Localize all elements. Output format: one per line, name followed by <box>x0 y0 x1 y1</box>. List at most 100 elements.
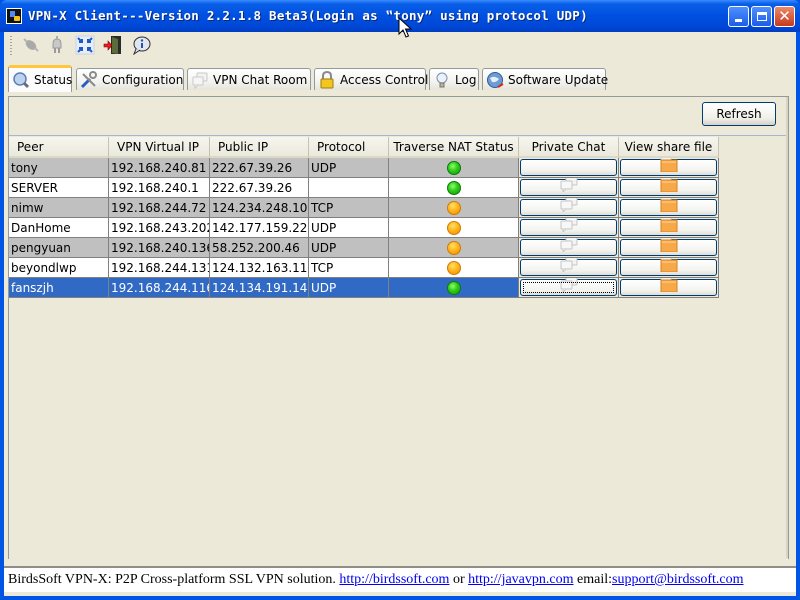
peer-cell[interactable]: SERVER <box>9 178 109 198</box>
private-chat-button[interactable] <box>520 198 617 216</box>
peer-cell[interactable]: beyondlwp <box>9 258 109 278</box>
app-logo-icon[interactable] <box>6 8 22 24</box>
window-title: VPN-X Client---Version 2.2.1.8 Beta3(Log… <box>28 8 588 23</box>
table-row[interactable]: pengyuan 192.168.240.136 58.252.200.46 UDP <box>9 238 719 258</box>
shrink-window-button[interactable] <box>74 34 96 56</box>
public-ip-cell[interactable]: 222.67.39.26 <box>210 178 309 198</box>
maximize-button[interactable] <box>751 6 772 27</box>
peer-cell[interactable]: pengyuan <box>9 238 109 258</box>
tab-configuration[interactable]: Configuration <box>76 68 184 90</box>
nat-status-green-led-icon <box>446 180 461 195</box>
chat-bubbles-icon <box>559 198 579 215</box>
table-row[interactable]: fanszjh 192.168.244.116 124.134.191.146 UDP <box>9 278 719 298</box>
column-header-peer[interactable]: Peer <box>9 137 109 158</box>
view-share-file-button[interactable] <box>620 218 717 236</box>
public-ip-cell[interactable]: 58.252.200.46 <box>210 238 309 258</box>
view-share-file-button[interactable] <box>620 258 717 276</box>
public-ip-cell[interactable]: 142.177.159.229 <box>210 218 309 238</box>
private-chat-cell <box>519 258 619 278</box>
vpn-virtual-ip-cell[interactable]: 192.168.243.202 <box>109 218 210 238</box>
column-header-private-chat[interactable]: Private Chat <box>519 137 619 158</box>
protocol-cell[interactable]: TCP <box>309 198 389 218</box>
public-ip-cell[interactable]: 124.234.248.10 <box>210 198 309 218</box>
chat-bubbles-icon <box>559 178 579 195</box>
view-share-file-button[interactable] <box>620 178 717 196</box>
about-button[interactable] <box>130 34 152 56</box>
protocol-cell[interactable]: UDP <box>309 218 389 238</box>
private-chat-button[interactable] <box>520 278 617 296</box>
private-chat-button[interactable] <box>520 218 617 236</box>
vpn-virtual-ip-cell[interactable]: 192.168.244.72 <box>109 198 210 218</box>
table-row[interactable]: beyondlwp 192.168.244.131 124.132.163.111 T… <box>9 258 719 278</box>
tab-software-update[interactable]: Software Update <box>482 68 609 90</box>
about-info-icon <box>133 36 151 55</box>
peer-cell[interactable]: tony <box>9 158 109 178</box>
private-chat-button[interactable] <box>520 258 617 276</box>
table-header: Peer VPN Virtual IP Public IP Protocol T… <box>9 137 719 158</box>
peer-cell[interactable]: nimw <box>9 198 109 218</box>
view-share-file-button[interactable] <box>620 238 717 256</box>
column-header-view-share-file[interactable]: View share file <box>619 137 719 158</box>
view-share-file-button[interactable] <box>620 158 717 176</box>
column-header-protocol[interactable]: Protocol <box>309 137 389 158</box>
private-chat-button[interactable] <box>520 178 617 196</box>
peer-cell[interactable]: DanHome <box>9 218 109 238</box>
vpn-virtual-ip-cell[interactable]: 192.168.240.81 <box>109 158 210 178</box>
private-chat-cell <box>519 158 619 178</box>
public-ip-cell[interactable]: 124.132.163.111 <box>210 258 309 278</box>
nat-status-cell <box>389 258 519 278</box>
table-row[interactable]: SERVER 192.168.240.1 222.67.39.26 <box>9 178 719 198</box>
tab-log[interactable]: Log <box>429 68 479 90</box>
private-chat-button[interactable] <box>520 238 617 256</box>
link-support-email[interactable]: support@birdssoft.com <box>612 572 744 588</box>
vpn-virtual-ip-cell[interactable]: 192.168.240.136 <box>109 238 210 258</box>
private-chat-cell <box>519 198 619 218</box>
column-header-vpn-virtual-ip[interactable]: VPN Virtual IP <box>109 137 210 158</box>
private-chat-button[interactable] <box>520 159 617 176</box>
refresh-button[interactable]: Refresh <box>702 102 776 126</box>
toolbar-grip[interactable] <box>10 36 12 56</box>
tab-software-update-label: Software Update <box>508 72 609 87</box>
protocol-cell[interactable]: UDP <box>309 238 389 258</box>
tab-status[interactable]: Status <box>8 65 72 92</box>
plug-button[interactable] <box>46 34 68 56</box>
column-header-public-ip[interactable]: Public IP <box>210 137 309 158</box>
vpn-virtual-ip-cell[interactable]: 192.168.244.116 <box>109 278 210 298</box>
tab-access-control[interactable]: Access Control <box>314 68 428 90</box>
link-javavpn[interactable]: http://javavpn.com <box>468 572 573 588</box>
peer-cell[interactable]: fanszjh <box>9 278 109 298</box>
close-button[interactable]: ✕ <box>774 6 795 27</box>
nat-status-green-led-icon <box>446 160 461 175</box>
tab-vpn-chat-room[interactable]: VPN Chat Room <box>187 68 311 90</box>
view-share-file-cell <box>619 238 719 258</box>
view-share-file-button[interactable] <box>620 198 717 216</box>
public-ip-cell[interactable]: 222.67.39.26 <box>210 158 309 178</box>
exit-button[interactable] <box>102 34 124 56</box>
folder-icon <box>659 258 679 275</box>
nat-status-green-led-icon <box>446 280 461 295</box>
protocol-cell[interactable]: UDP <box>309 158 389 178</box>
folder-icon <box>659 278 679 295</box>
tab-vpn-chat-room-label: VPN Chat Room <box>213 72 308 87</box>
public-ip-cell[interactable]: 124.134.191.146 <box>210 278 309 298</box>
view-share-file-button[interactable] <box>620 278 717 296</box>
view-share-file-cell <box>619 198 719 218</box>
chat-bubbles-icon <box>191 71 209 89</box>
vpn-virtual-ip-cell[interactable]: 192.168.244.131 <box>109 258 210 278</box>
protocol-cell[interactable]: UDP <box>309 278 389 298</box>
table-row[interactable]: nimw 192.168.244.72 124.234.248.10 TCP <box>9 198 719 218</box>
vpn-virtual-ip-cell[interactable]: 192.168.240.1 <box>109 178 210 198</box>
column-header-nat-status[interactable]: Traverse NAT Status <box>389 137 519 158</box>
nat-status-orange-led-icon <box>446 240 461 255</box>
table-row[interactable]: tony 192.168.240.81 222.67.39.26 UDP <box>9 158 719 178</box>
protocol-cell[interactable]: TCP <box>309 258 389 278</box>
connect-button[interactable] <box>20 34 42 56</box>
minimize-button[interactable] <box>728 6 749 27</box>
view-share-file-cell <box>619 178 719 198</box>
protocol-cell[interactable] <box>309 178 389 198</box>
link-birdssoft[interactable]: http://birdssoft.com <box>339 572 449 588</box>
plug-icon <box>52 36 62 53</box>
table-row[interactable]: DanHome 192.168.243.202 142.177.159.229 UDP <box>9 218 719 238</box>
app-window: VPN-X Client---Version 2.2.1.8 Beta3(Log… <box>0 0 800 600</box>
lightbulb-icon <box>433 71 451 89</box>
